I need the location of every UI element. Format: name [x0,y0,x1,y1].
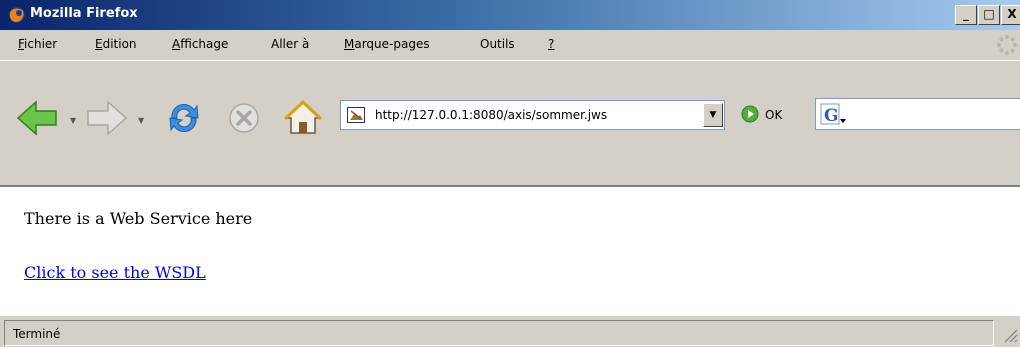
status-text: Terminé [13,327,61,341]
web-service-message: There is a Web Service here [24,209,253,228]
firefox-logo-icon [9,7,25,23]
menu-outils[interactable]: Outils [480,37,515,51]
throbber-icon [997,35,1017,55]
menu-affichage[interactable]: Affichage [172,37,228,51]
url-input[interactable]: http://127.0.0.1:8080/axis/sommer.jws [340,100,725,130]
browser-window: Mozilla Firefox _ □ X Fichier Edition Af… [0,0,1020,347]
resize-grip-icon[interactable] [1000,318,1018,344]
go-icon[interactable] [740,104,760,124]
page-favicon-icon [347,107,365,123]
menu-bar: Fichier Edition Affichage Aller à Marque… [0,30,1020,60]
svg-text:G: G [824,106,839,126]
back-arrow-icon[interactable] [14,98,60,138]
wsdl-link[interactable]: Click to see the WSDL [24,263,206,282]
forward-dropdown-icon[interactable]: ▼ [138,116,144,125]
menu-marque-pages[interactable]: Marque-pages [344,37,430,51]
reload-icon[interactable] [164,98,204,138]
url-history-dropdown[interactable]: ▼ [703,103,723,127]
menu-edition[interactable]: Edition [95,37,137,51]
menu-fichier[interactable]: Fichier [18,37,57,51]
close-button[interactable]: X [1001,5,1020,25]
window-title: Mozilla Firefox [30,6,138,21]
title-bar[interactable]: Mozilla Firefox _ □ X [0,0,1020,30]
search-input[interactable]: G [815,98,1020,130]
maximize-button[interactable]: □ [978,5,1000,25]
google-search-icon[interactable]: G [820,103,848,127]
menu-help[interactable]: ? [548,37,554,51]
forward-arrow-icon[interactable] [84,98,130,138]
page-content: There is a Web Service here Click to see… [0,186,1020,316]
status-bar: Terminé [0,315,1020,347]
stop-icon[interactable] [224,98,264,138]
go-button[interactable]: OK [765,108,782,122]
status-pane: Terminé [4,320,994,346]
home-icon[interactable] [282,98,324,138]
url-text: http://127.0.0.1:8080/axis/sommer.jws [375,108,608,122]
back-dropdown-icon[interactable]: ▼ [70,116,76,125]
bookmarks-toolbar [0,146,1020,186]
minimize-button[interactable]: _ [955,5,977,25]
menu-aller-a[interactable]: Aller à [271,37,309,51]
